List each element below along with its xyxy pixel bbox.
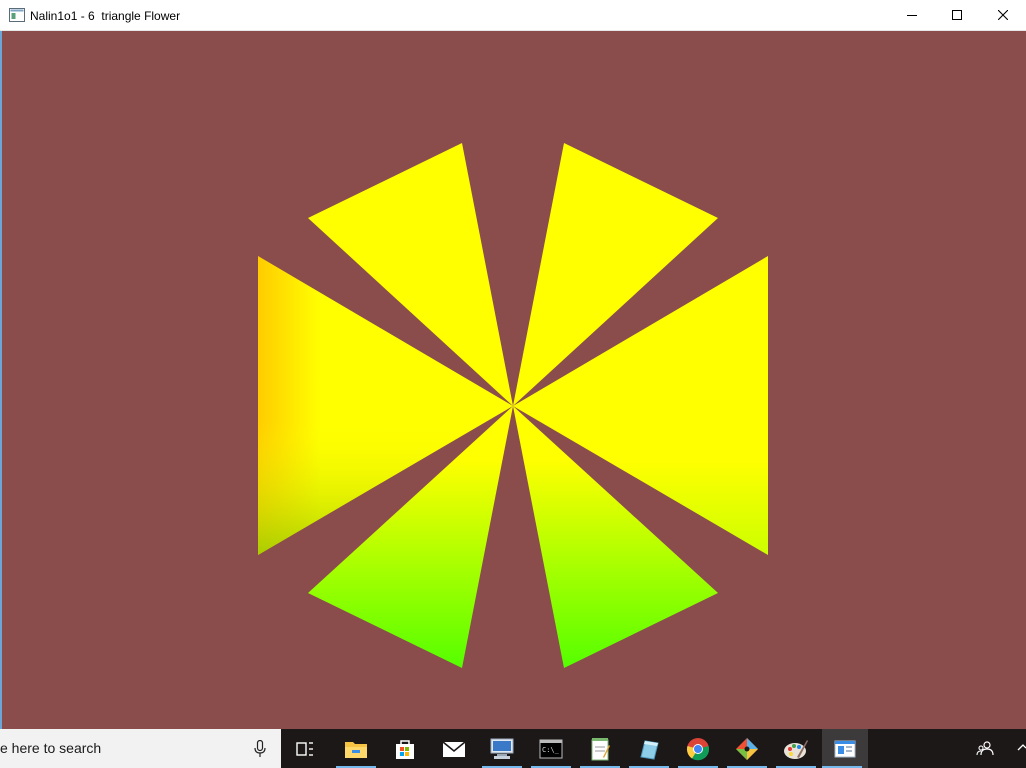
taskbar-git[interactable] xyxy=(727,729,767,768)
app-window: Nalin1o1 - 6 triangle Flower xyxy=(0,0,1026,729)
taskbar-search-box[interactable]: e here to search xyxy=(0,729,281,768)
mail-icon xyxy=(442,740,466,757)
taskbar-command-prompt[interactable]: C:\_ xyxy=(531,729,571,768)
remote-desktop-icon xyxy=(490,738,514,759)
taskbar-remote-desktop[interactable] xyxy=(482,729,522,768)
taskbar-opengl-window[interactable] xyxy=(822,729,868,768)
command-prompt-icon: C:\_ xyxy=(539,739,563,758)
taskbar: e here to search C:\_ xyxy=(0,729,1026,768)
microsoft-store-icon xyxy=(396,739,414,759)
microphone-icon[interactable] xyxy=(254,740,266,758)
app-icon xyxy=(640,739,659,760)
task-view-button[interactable] xyxy=(285,729,325,768)
taskbar-mail[interactable] xyxy=(434,729,474,768)
triangle-flower xyxy=(258,143,768,668)
search-placeholder: e here to search xyxy=(0,740,102,756)
taskbar-store[interactable] xyxy=(385,729,425,768)
paint-icon xyxy=(784,739,808,759)
file-explorer-icon xyxy=(345,741,367,758)
taskbar-notepad[interactable] xyxy=(580,729,620,768)
chrome-icon xyxy=(686,737,710,760)
svg-text:C:\_: C:\_ xyxy=(542,746,560,754)
taskbar-chrome[interactable] xyxy=(678,729,718,768)
taskbar-file-explorer[interactable] xyxy=(336,729,376,768)
taskbar-app[interactable] xyxy=(629,729,669,768)
task-view-icon xyxy=(296,741,313,756)
notepad-icon xyxy=(591,737,610,760)
taskbar-paint[interactable] xyxy=(776,729,816,768)
opengl-window-icon xyxy=(834,740,856,757)
git-icon xyxy=(736,737,758,760)
people-icon[interactable] xyxy=(976,739,994,757)
show-hidden-icons-icon[interactable] xyxy=(1016,741,1026,755)
